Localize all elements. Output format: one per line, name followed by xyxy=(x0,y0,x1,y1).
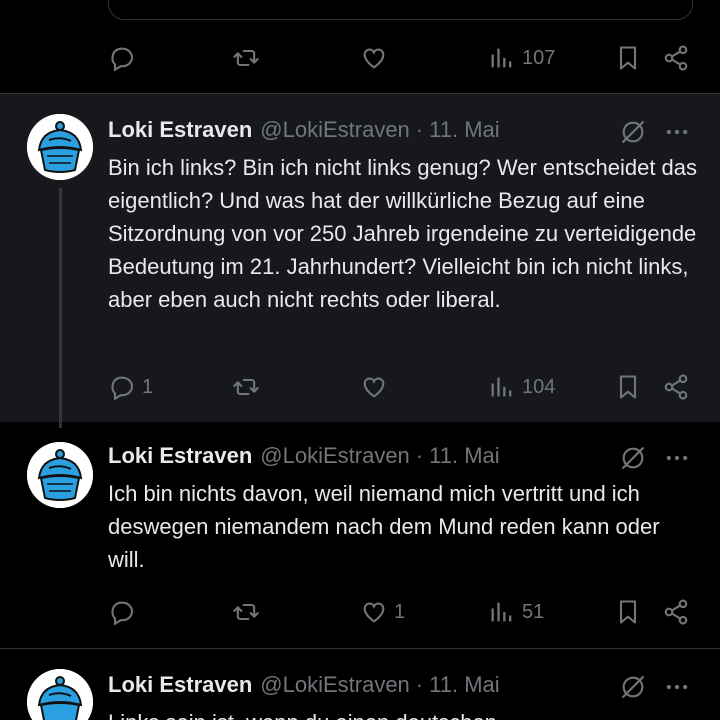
grok-icon[interactable] xyxy=(619,118,647,146)
views-button[interactable]: 107 xyxy=(488,40,555,76)
like-button[interactable] xyxy=(360,369,394,405)
bookmark-button[interactable] xyxy=(614,594,642,630)
reply-button[interactable]: 1 xyxy=(108,369,153,405)
thread-line xyxy=(59,188,62,428)
share-button[interactable] xyxy=(662,594,690,630)
views-button[interactable]: 51 xyxy=(488,594,544,630)
bookmark-button[interactable] xyxy=(614,369,642,405)
tweet[interactable]: Loki Estraven @LokiEstraven · 11. Mai Bi… xyxy=(0,94,720,428)
tweet[interactable]: Loki Estraven @LokiEstraven · 11. Mai Ic… xyxy=(0,422,720,648)
views-button[interactable]: 104 xyxy=(488,369,555,405)
views-count: 51 xyxy=(522,600,545,623)
tweet-header: Loki Estraven @LokiEstraven · 11. Mai xyxy=(108,442,600,470)
tweet-header: Loki Estraven @LokiEstraven · 11. Mai xyxy=(108,671,600,699)
avatar-cupcake-image xyxy=(27,669,93,720)
heart-icon xyxy=(363,48,385,69)
separator-dot: · xyxy=(415,672,424,697)
tweet[interactable]: Loki Estraven @LokiEstraven · 11. Mai Li… xyxy=(0,649,720,720)
bar-chart-icon xyxy=(491,48,512,68)
tweet-header: Loki Estraven @LokiEstraven · 11. Mai xyxy=(108,116,600,144)
tweet-text: Ich bin nichts davon, weil niemand mich … xyxy=(108,481,660,572)
timestamp[interactable]: 11. Mai xyxy=(429,443,500,469)
retweet-button[interactable] xyxy=(232,369,266,405)
avatar[interactable] xyxy=(27,442,93,508)
retweet-icon xyxy=(233,378,259,396)
reply-icon xyxy=(111,376,133,401)
more-icon[interactable] xyxy=(663,673,691,701)
bookmark-icon xyxy=(619,375,637,399)
quoted-card[interactable] xyxy=(108,0,693,20)
retweet-button[interactable] xyxy=(232,40,260,76)
separator-dot: · xyxy=(415,443,424,468)
reply-icon xyxy=(111,47,133,72)
timestamp[interactable]: 11. Mai xyxy=(429,117,500,143)
more-icon[interactable] xyxy=(663,118,691,146)
display-name[interactable]: Loki Estraven xyxy=(108,117,252,143)
username[interactable]: @LokiEstraven xyxy=(260,443,410,469)
retweet-button[interactable] xyxy=(232,594,266,630)
share-button[interactable] xyxy=(662,369,690,405)
share-button[interactable] xyxy=(662,40,690,76)
tweet-text: Bin ich links? Bin ich nicht links genug… xyxy=(108,155,698,312)
grok-icon[interactable] xyxy=(619,673,647,701)
heart-icon xyxy=(363,377,385,398)
bookmark-icon xyxy=(619,46,637,70)
views-count: 104 xyxy=(522,375,556,398)
action-bar: 1 104 xyxy=(108,369,700,405)
avatar-cupcake-image xyxy=(27,114,93,180)
display-name[interactable]: Loki Estraven xyxy=(108,672,252,698)
retweet-icon xyxy=(233,49,259,67)
reply-button[interactable] xyxy=(108,594,142,630)
share-icon xyxy=(664,45,688,71)
like-count: 1 xyxy=(394,600,406,623)
heart-icon xyxy=(363,602,385,623)
bookmark-button[interactable] xyxy=(614,40,642,76)
display-name[interactable]: Loki Estraven xyxy=(108,443,252,469)
grok-icon[interactable] xyxy=(619,444,647,472)
action-bar: 107 xyxy=(108,40,700,76)
reply-count: 1 xyxy=(142,375,154,398)
reply-icon xyxy=(111,601,133,626)
avatar[interactable] xyxy=(27,669,93,720)
username[interactable]: @LokiEstraven xyxy=(260,672,410,698)
tweet-text: Links sein ist, wenn du einen deutschen xyxy=(108,706,698,720)
like-button[interactable] xyxy=(360,40,388,76)
retweet-icon xyxy=(233,603,259,621)
like-button[interactable]: 1 xyxy=(360,594,405,630)
separator-dot: · xyxy=(415,117,424,142)
timestamp[interactable]: 11. Mai xyxy=(429,672,500,698)
action-bar: 1 51 xyxy=(108,594,700,630)
bookmark-icon xyxy=(619,600,637,624)
username[interactable]: @LokiEstraven xyxy=(260,117,410,143)
views-count: 107 xyxy=(522,46,556,69)
avatar-cupcake-image xyxy=(27,442,93,508)
bar-chart-icon xyxy=(491,602,512,622)
more-icon[interactable] xyxy=(663,444,691,472)
share-icon xyxy=(664,599,688,625)
bar-chart-icon xyxy=(491,377,512,397)
reply-button[interactable] xyxy=(108,40,136,76)
share-icon xyxy=(664,374,688,400)
avatar[interactable] xyxy=(27,114,93,180)
